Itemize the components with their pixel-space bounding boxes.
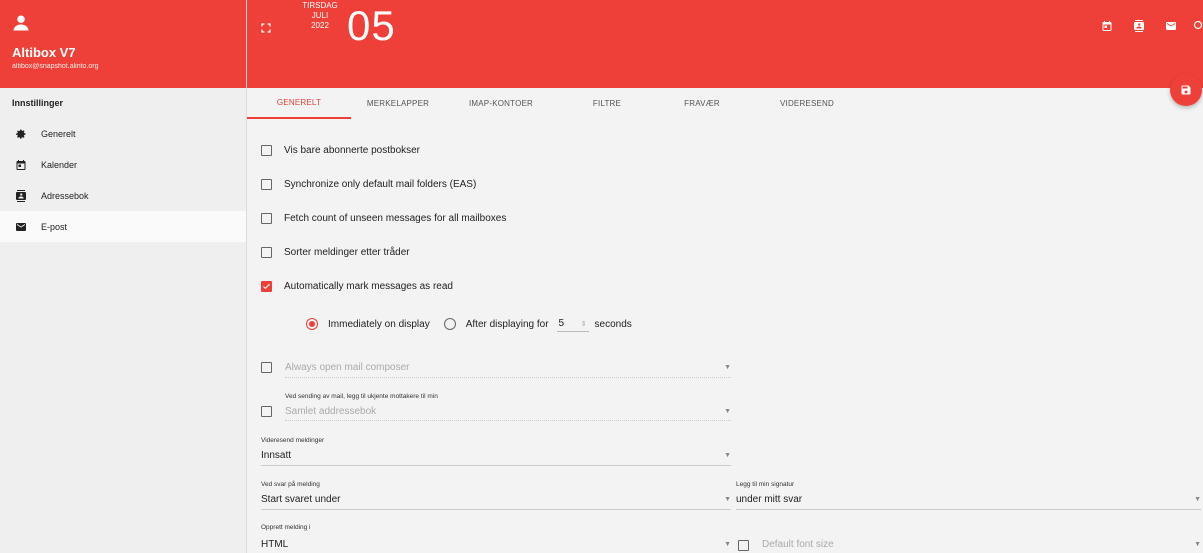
option-auto-mark-read: Automatically mark messages as read (261, 281, 453, 292)
calendar-app-button[interactable] (1095, 18, 1119, 34)
dropdown-arrow-icon: ▼ (724, 363, 731, 371)
immediately-label: Immediately on display (328, 318, 430, 330)
gear-icon (15, 128, 27, 140)
mail-app-button[interactable] (1159, 18, 1183, 34)
composer-mode-select[interactable]: Always open mail composer ▼ (285, 357, 731, 378)
date-info: TIRSDAG JULI 2022 (302, 1, 338, 31)
default-font-size-select[interactable]: Default font size ▼ (762, 535, 1201, 553)
addressbook-field-label: Ved sending av mail, legg til ukjente mo… (285, 393, 438, 400)
mail-icon (1166, 22, 1176, 30)
default-font-size-checkbox[interactable] (738, 540, 749, 551)
stepper-icon[interactable]: ⇕ (581, 320, 587, 328)
delay-seconds-input[interactable]: 5 ⇕ (556, 316, 589, 332)
settings-tabs: Generelt Merkelapper IMAP-kontoer Filtre… (247, 88, 1203, 119)
sync-default-folders-checkbox[interactable] (261, 179, 272, 190)
tab-imap-kontoer[interactable]: IMAP-kontoer (445, 88, 557, 119)
after-delay-radio[interactable] (443, 318, 456, 330)
app-name: Altibox V7 (12, 45, 76, 60)
delay-seconds-value: 5 (558, 318, 565, 329)
sidebar-item-adressebok[interactable]: Adressebok (0, 180, 246, 211)
option-sort-threads: Sorter meldinger etter tråder (261, 247, 410, 258)
option-fetch-unseen-count: Fetch count of unseen messages for all m… (261, 213, 506, 224)
immediately-radio[interactable] (306, 318, 318, 330)
search-button[interactable] (1191, 18, 1203, 34)
page: Altibox V7 altibox@snapshot.alinto.org I… (0, 0, 1203, 553)
sidebar-item-label: E-post (41, 221, 68, 232)
select-value: under mitt svar (736, 494, 803, 505)
search-icon (1193, 20, 1203, 30)
contacts-app-button[interactable] (1127, 18, 1151, 34)
settings-form: Vis bare abonnerte postbokser Synchroniz… (247, 119, 1203, 553)
tab-merkelapper[interactable]: Merkelapper (351, 88, 445, 119)
fetch-unseen-count-checkbox[interactable] (261, 213, 272, 224)
forward-field-label: Videresend meldinger (261, 437, 325, 444)
signature-field-label: Legg til min signatur (736, 481, 795, 488)
select-value: Always open mail composer (285, 361, 410, 373)
tab-generelt[interactable]: Generelt (247, 88, 351, 119)
option-label: Sorter meldinger etter tråder (284, 247, 410, 258)
user-email: altibox@snapshot.alinto.org (12, 63, 99, 70)
compose-format-select[interactable]: HTML ▼ (261, 535, 731, 553)
select-value: Innsatt (261, 450, 292, 461)
day-name: TIRSDAG (302, 1, 338, 10)
option-sync-default-folders: Synchronize only default mail folders (E… (261, 179, 476, 190)
sort-threads-checkbox[interactable] (261, 247, 272, 258)
save-icon (1181, 85, 1191, 95)
fullscreen-icon[interactable] (260, 22, 272, 34)
dropdown-arrow-icon: ▼ (1194, 541, 1201, 548)
tab-fravaer[interactable]: Fravær (657, 88, 747, 119)
dropdown-arrow-icon: ▼ (724, 496, 731, 503)
contacts-icon (1134, 20, 1144, 32)
after-delay-label: After displaying for (465, 318, 549, 330)
reply-position-select[interactable]: Start svaret under ▼ (261, 490, 731, 510)
settings-title: Innstillinger (12, 98, 64, 108)
sidebar: Altibox V7 altibox@snapshot.alinto.org I… (0, 0, 247, 553)
day-number: 05 (347, 2, 396, 49)
option-label: Fetch count of unseen messages for all m… (284, 213, 507, 224)
sidebar-item-label: Generelt (41, 128, 76, 139)
dropdown-arrow-icon: ▼ (1194, 496, 1201, 503)
calendar-icon (1102, 21, 1112, 31)
option-label: Vis bare abonnerte postbokser (284, 145, 421, 156)
mail-icon (15, 221, 27, 233)
user-panel: Altibox V7 altibox@snapshot.alinto.org (0, 0, 246, 88)
user-avatar-icon[interactable] (12, 14, 30, 32)
select-value: Samlet addressebok (285, 405, 377, 417)
check-icon (263, 283, 270, 290)
option-label: Automatically mark messages as read (284, 281, 453, 292)
mark-read-delay-group: Immediately on display After displaying … (306, 316, 632, 332)
select-value: HTML (261, 539, 289, 550)
header: TIRSDAG JULI 2022 05 (247, 0, 1203, 88)
header-actions (1087, 18, 1203, 34)
compose-format-label: Opprett melding i (261, 524, 311, 531)
select-value: Default font size (762, 539, 834, 550)
contacts-icon (15, 189, 27, 202)
dropdown-arrow-icon: ▼ (724, 541, 731, 548)
sidebar-item-label: Kalender (41, 159, 78, 170)
sidebar-item-label: Adressebok (41, 190, 89, 201)
dropdown-arrow-icon: ▼ (724, 452, 731, 459)
option-label: Synchronize only default mail folders (E… (284, 179, 477, 190)
forward-mode-select[interactable]: Innsatt ▼ (261, 446, 731, 466)
seconds-label: seconds (594, 318, 632, 330)
select-value: Start svaret under (261, 494, 341, 505)
calendar-icon (15, 159, 27, 171)
option-subscribed-only: Vis bare abonnerte postbokser (261, 145, 420, 156)
reply-field-label: Ved svar på melding (261, 481, 320, 488)
dropdown-arrow-icon: ▼ (724, 407, 731, 415)
save-button[interactable] (1170, 74, 1202, 106)
always-open-composer-checkbox[interactable] (261, 362, 272, 373)
year: 2022 (311, 21, 329, 30)
tab-filtre[interactable]: Filtre (557, 88, 657, 119)
sidebar-item-kalender[interactable]: Kalender (0, 149, 246, 180)
addressbook-select[interactable]: Samlet addressebok ▼ (285, 402, 731, 421)
signature-position-select[interactable]: under mitt svar ▼ (736, 490, 1201, 510)
add-unknown-recipients-checkbox[interactable] (261, 406, 272, 417)
subscribed-only-checkbox[interactable] (261, 145, 272, 156)
auto-mark-read-checkbox[interactable] (261, 281, 272, 292)
tab-videresend[interactable]: Videresend (747, 88, 867, 119)
sidebar-item-generelt[interactable]: Generelt (0, 118, 246, 149)
sidebar-item-e-post[interactable]: E-post (0, 211, 246, 242)
month-name: JULI (311, 11, 329, 20)
